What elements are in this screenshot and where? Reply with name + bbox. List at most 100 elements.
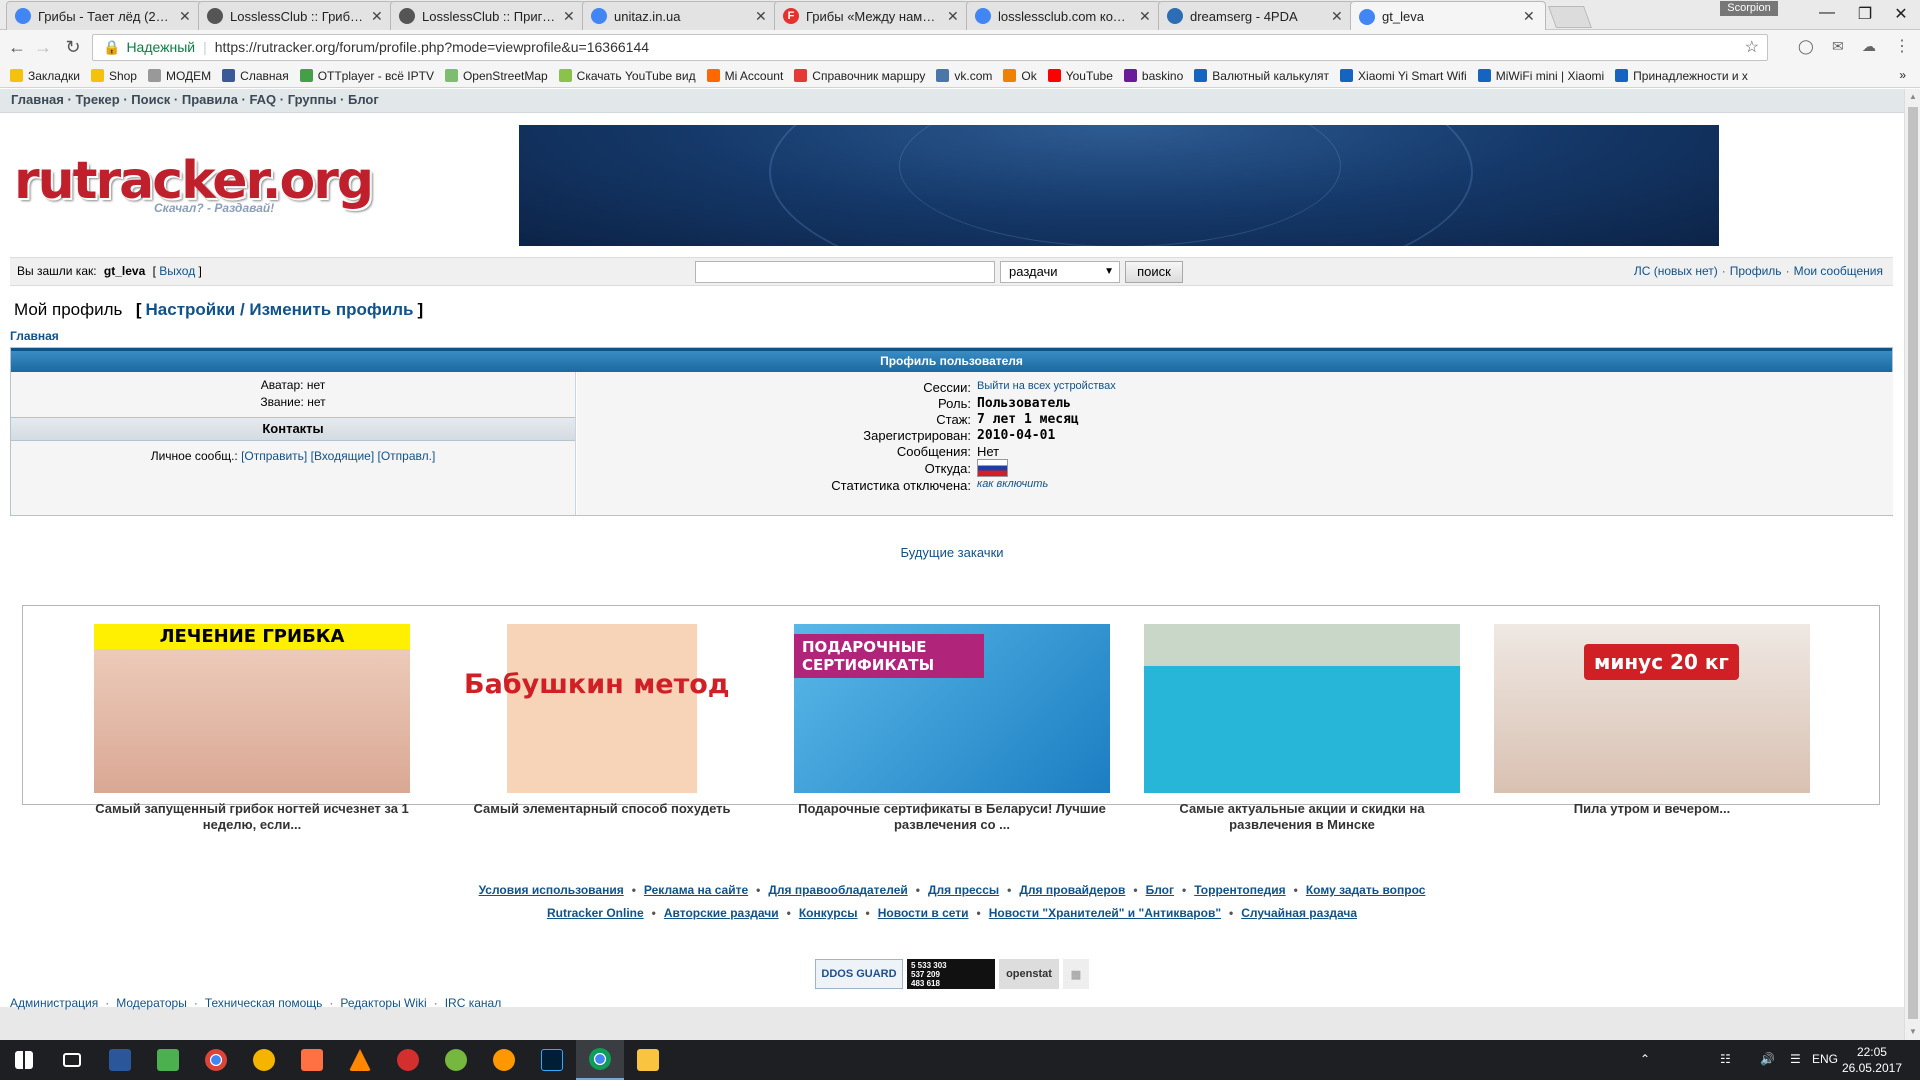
footer-link[interactable]: Конкурсы — [799, 906, 858, 920]
pm-link[interactable]: [Отправить] — [241, 449, 307, 463]
search-category-select[interactable]: раздачи ▼ — [1000, 261, 1120, 283]
tray-up-icon[interactable]: ⌃ — [1640, 1052, 1650, 1066]
back-icon[interactable]: ← — [6, 37, 28, 58]
bookmark-item[interactable]: Закладки — [10, 69, 80, 83]
close-tab-icon[interactable]: ✕ — [1139, 8, 1153, 25]
reload-icon[interactable]: ↻ — [62, 37, 84, 58]
bookmark-item[interactable]: МОДЕМ — [147, 69, 211, 83]
ad-image[interactable]: ПОДАРОЧНЫЕ СЕРТИФИКАТЫ — [794, 624, 1110, 793]
bookmark-item[interactable]: OTTplayer - всё IPTV — [299, 69, 434, 83]
extension-icon[interactable]: ◯ — [1798, 38, 1814, 55]
close-tab-icon[interactable]: ✕ — [371, 8, 385, 25]
word-icon[interactable] — [96, 1040, 144, 1080]
address-bar[interactable]: 🔒 Надежный | https://rutracker.org/forum/pr… — [92, 34, 1768, 61]
footer-link[interactable]: Блог — [1146, 883, 1174, 897]
user-link[interactable]: ЛС (новых нет) — [1634, 264, 1718, 278]
footer-link[interactable]: Новости "Хранителей" и "Антикваров" — [989, 906, 1221, 920]
extension-cloud-icon[interactable]: ☁ — [1862, 38, 1876, 55]
topnav-item[interactable]: Трекер — [75, 92, 119, 107]
download-app-icon[interactable] — [384, 1040, 432, 1080]
pm-link[interactable]: [Входящие] — [311, 449, 375, 463]
close-tab-icon[interactable]: ✕ — [755, 8, 769, 25]
file-explorer-icon[interactable] — [624, 1040, 672, 1080]
warning-app-icon[interactable] — [240, 1040, 288, 1080]
network-icon[interactable]: ☷ — [1720, 1052, 1731, 1066]
forward-icon[interactable]: → — [32, 37, 54, 58]
topnav-item[interactable]: Главная — [11, 92, 64, 107]
footer-link[interactable]: Для провайдеров — [1019, 883, 1125, 897]
photoshop-icon[interactable] — [528, 1040, 576, 1080]
top-banner-ad[interactable] — [519, 125, 1719, 246]
ad-caption[interactable]: Пила утром и вечером... — [1494, 801, 1810, 817]
stats-icon[interactable]: ▩ — [1063, 959, 1089, 989]
tab-8[interactable]: gt_leva ✕ — [1350, 1, 1546, 31]
close-tab-icon[interactable]: ✕ — [563, 8, 577, 25]
bottom-link[interactable]: Администрация — [10, 996, 98, 1010]
footer-link[interactable]: Кому задать вопрос — [1306, 883, 1426, 897]
bookmark-item[interactable]: YouTube — [1047, 69, 1113, 83]
bookmark-item[interactable]: MiWiFi mini | Xiaomi — [1477, 69, 1604, 83]
tool-app-icon[interactable] — [288, 1040, 336, 1080]
ad-card[interactable]: Бабушкин метод Самый элементарный способ … — [444, 624, 760, 817]
bottom-link[interactable]: Модераторы — [116, 996, 187, 1010]
close-window-icon[interactable]: ✕ — [1886, 4, 1916, 24]
ad-caption[interactable]: Самые актуальные акции и скидки на развл… — [1144, 801, 1460, 833]
footer-link[interactable]: Rutracker Online — [547, 906, 644, 920]
windows-start-icon[interactable] — [0, 1040, 48, 1080]
bookmark-item[interactable]: Славная — [222, 69, 289, 83]
footer-link[interactable]: Новости в сети — [878, 906, 969, 920]
future-downloads-link[interactable]: Будущие закачки — [0, 545, 1904, 560]
notification-icon[interactable]: ☰ — [1790, 1052, 1801, 1066]
profile-badge[interactable]: Scorpion — [1720, 1, 1778, 16]
page-scrollbar[interactable]: ▲ ▼ — [1904, 89, 1920, 1040]
bookmark-item[interactable]: baskino — [1123, 69, 1183, 83]
bookmarks-more-icon[interactable]: » — [1899, 68, 1906, 82]
bookmark-item[interactable]: Валютный калькулят — [1194, 69, 1329, 83]
settings-link[interactable]: Настройки / Изменить профиль — [146, 300, 414, 319]
topnav-item[interactable]: Правила — [182, 92, 238, 107]
footer-link[interactable]: Для прессы — [928, 883, 999, 897]
ad-caption[interactable]: Самый запущенный грибок ногтей исчезнет … — [94, 801, 410, 833]
ad-image[interactable] — [1144, 624, 1460, 793]
ad-caption[interactable]: Подарочные сертификаты в Беларуси! Лучши… — [794, 801, 1110, 833]
bookmark-star-icon[interactable]: ☆ — [1745, 35, 1759, 60]
bookmark-item[interactable]: Xiaomi Yi Smart Wifi — [1340, 69, 1467, 83]
search-button[interactable]: поиск — [1125, 261, 1183, 283]
tab-6[interactable]: losslessclub.com код пр ✕ — [966, 1, 1162, 30]
ad-card[interactable]: минус 20 кг Пила утром и вечером... — [1494, 624, 1810, 817]
scroll-thumb[interactable] — [1908, 107, 1918, 1019]
close-tab-icon[interactable]: ✕ — [1331, 8, 1345, 25]
restore-icon[interactable]: ❐ — [1850, 4, 1880, 24]
chrome-active-icon[interactable] — [576, 1040, 624, 1080]
ddos-guard-badge[interactable]: DDOS GUARD — [815, 959, 903, 989]
footer-link[interactable]: Авторские раздачи — [664, 906, 779, 920]
bookmark-item[interactable]: vk.com — [936, 69, 992, 83]
logout-link[interactable]: Выход — [159, 264, 195, 278]
close-tab-icon[interactable]: ✕ — [1523, 8, 1537, 25]
utorrent-icon[interactable] — [432, 1040, 480, 1080]
chrome-icon[interactable] — [192, 1040, 240, 1080]
tab-3[interactable]: LosslessClub :: Приглаш ✕ — [390, 1, 586, 30]
bottom-link[interactable]: IRC канал — [445, 996, 502, 1010]
bookmark-item[interactable]: Ok — [1003, 69, 1037, 83]
bookmark-item[interactable]: OpenStreetMap — [444, 69, 548, 83]
volume-icon[interactable]: 🔊 — [1760, 1052, 1775, 1066]
ad-caption[interactable]: Самый элементарный способ похудеть — [444, 801, 760, 817]
footer-link[interactable]: Условия использования — [479, 883, 624, 897]
bookmark-item[interactable]: Принадлежности и х — [1615, 69, 1748, 83]
profile-row-link[interactable]: как включить — [977, 478, 1048, 490]
close-tab-icon[interactable]: ✕ — [947, 8, 961, 25]
ad-image[interactable]: минус 20 кг — [1494, 624, 1810, 793]
tab-1[interactable]: Грибы - Тает лёд (2017) ✕ — [6, 1, 202, 30]
bookmark-item[interactable]: Mi Account — [706, 69, 783, 83]
profile-row-link[interactable]: Выйти на всех устройствах — [977, 380, 1116, 392]
ad-card[interactable]: ЛЕЧЕНИЕ ГРИБКА Самый запущенный грибок но… — [94, 624, 410, 833]
ad-image[interactable]: ЛЕЧЕНИЕ ГРИБКА — [94, 624, 410, 793]
task-view-icon[interactable] — [48, 1040, 96, 1080]
tab-4[interactable]: unitaz.in.ua ✕ — [582, 1, 778, 30]
bottom-link[interactable]: Техническая помощь — [205, 996, 323, 1010]
bottom-link[interactable]: Редакторы Wiki — [340, 996, 426, 1010]
ad-card[interactable]: Самые актуальные акции и скидки на развл… — [1144, 624, 1460, 833]
tab-5[interactable]: F Грибы «Между нами та ✕ — [774, 1, 970, 30]
bookmark-item[interactable]: Скачать YouTube вид — [558, 69, 696, 83]
